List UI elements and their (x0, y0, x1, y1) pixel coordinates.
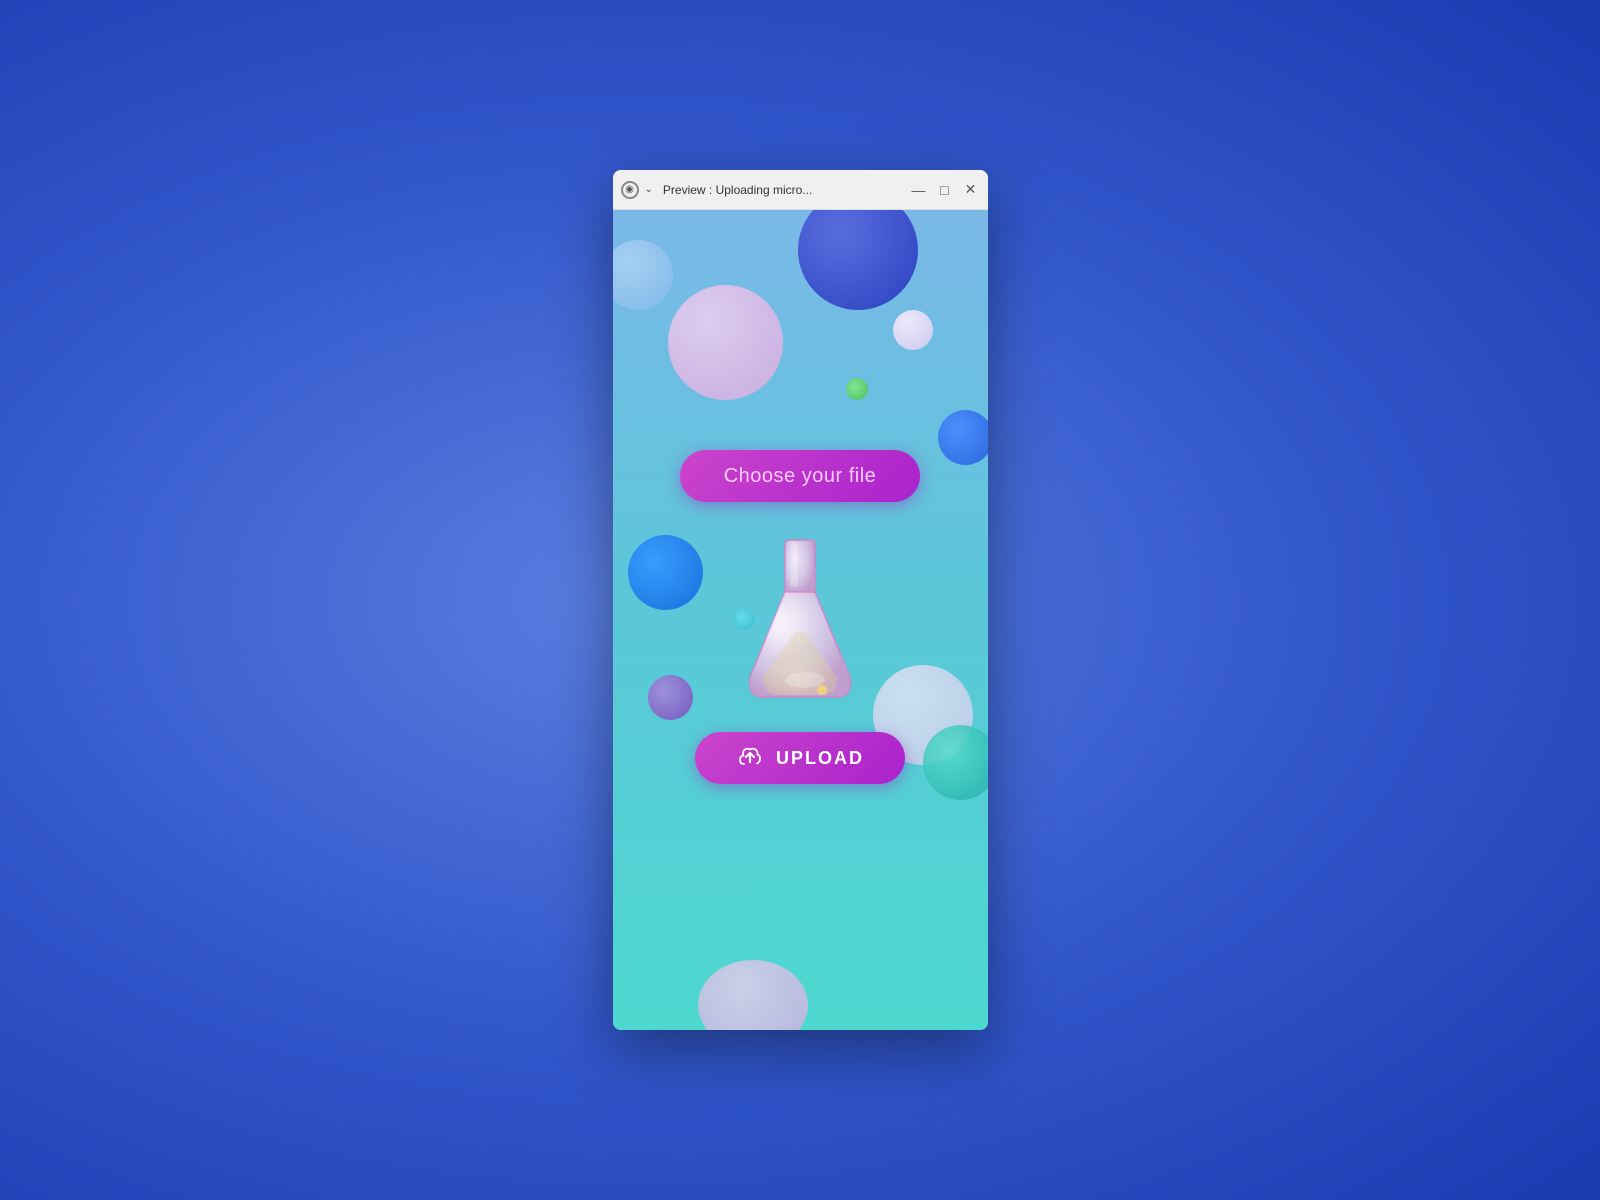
close-button[interactable]: ✕ (962, 181, 980, 199)
cloud-upload-icon (736, 744, 764, 772)
bubble-white-small-top (893, 310, 933, 350)
choose-file-button[interactable]: Choose your file (680, 450, 920, 502)
bubble-pink-bottom (698, 960, 808, 1030)
flask-container (735, 532, 865, 702)
minimize-button[interactable]: — (910, 181, 928, 199)
title-bar: ◉ ⌄ Preview : Uploading micro... — □ ✕ (613, 170, 988, 210)
bubble-dark-blue-top (798, 210, 918, 310)
choose-file-label: Choose your file (724, 465, 877, 488)
window-title: Preview : Uploading micro... (663, 183, 904, 197)
maximize-button[interactable]: □ (936, 181, 954, 199)
bubble-teal-bottom-right (923, 725, 988, 800)
upload-button[interactable]: UPLOAD (695, 732, 905, 784)
chevron-down-icon: ⌄ (645, 184, 653, 195)
bubble-purple-bottom-left (648, 675, 693, 720)
browser-window: ◉ ⌄ Preview : Uploading micro... — □ ✕ C… (613, 170, 988, 1030)
window-controls: — □ ✕ (910, 181, 980, 199)
app-content: Choose your file (613, 210, 988, 1030)
upload-label: UPLOAD (776, 748, 864, 769)
bubble-blue-right-mid (938, 410, 988, 465)
bubble-light-blue-top-left (613, 240, 673, 310)
bubble-green-small (846, 378, 868, 400)
bubble-pink-top (668, 285, 783, 400)
flask-icon (735, 532, 865, 702)
browser-icon: ◉ (621, 181, 639, 199)
bubble-blue-left-bottom (628, 535, 703, 610)
